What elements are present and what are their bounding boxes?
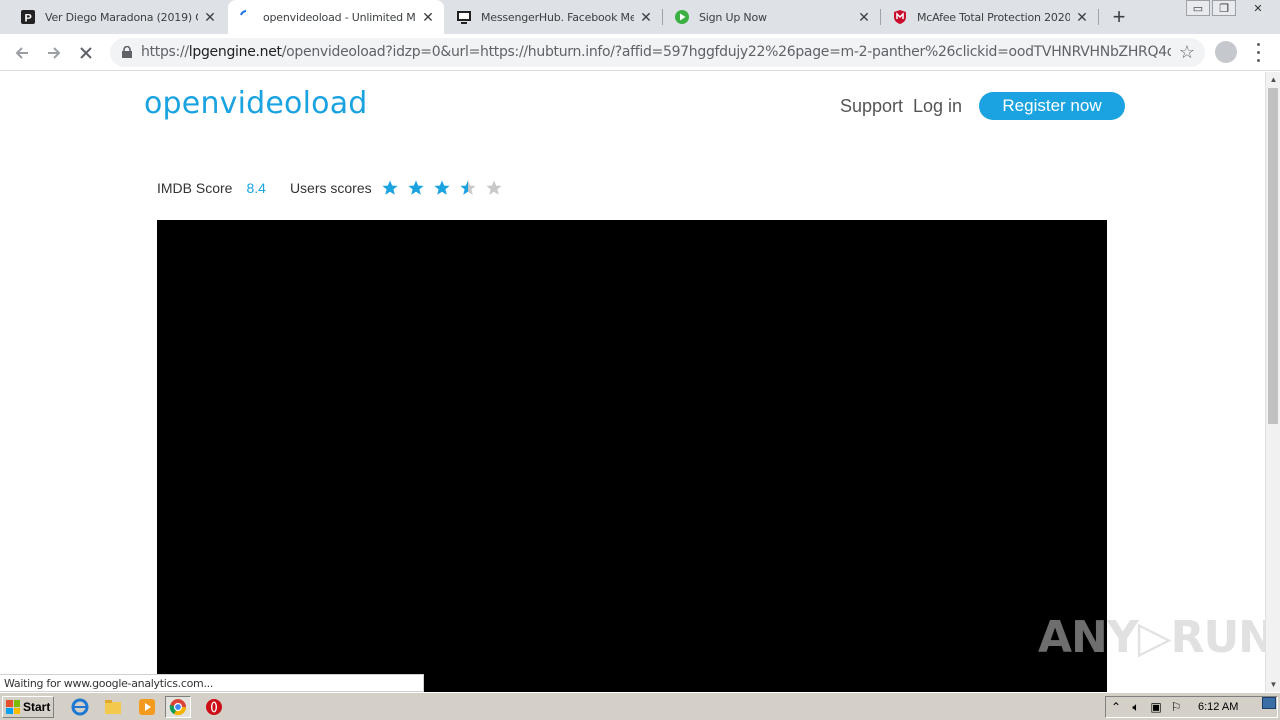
star-icon[interactable]: [382, 180, 398, 196]
start-label: Start: [23, 700, 51, 714]
show-desktop-icon[interactable]: [1262, 697, 1276, 709]
address-bar[interactable]: https://lpgengine.net/openvideoload?idzp…: [110, 38, 1205, 67]
close-window-button[interactable]: ✕: [1238, 0, 1278, 16]
tab-title: Sign Up Now: [699, 10, 767, 24]
tab-messengerhub[interactable]: MessengerHub. Facebook Messenger ✕: [444, 0, 662, 34]
tab-title: McAfee Total Protection 2020 |: [917, 10, 1070, 24]
star-icon[interactable]: [486, 180, 502, 196]
tray-expand-icon[interactable]: ⌃: [1106, 700, 1126, 714]
ie-icon[interactable]: [70, 697, 90, 717]
url-path: /openvideoload?idzp=0&url=https://hubtur…: [281, 44, 1171, 60]
score-line: IMDB Score 8.4 Users scores: [157, 178, 512, 198]
vertical-scrollbar[interactable]: ▲ ▼: [1265, 72, 1280, 692]
web-page: openvideoload Support Log in Register no…: [0, 72, 1265, 692]
clock[interactable]: 6:12 AM: [1198, 701, 1238, 713]
scrollbar-thumb[interactable]: [1268, 88, 1278, 424]
tab-mcafee[interactable]: McAfee Total Protection 2020 | ✕: [880, 0, 1098, 34]
opera-icon[interactable]: [204, 697, 224, 717]
letter-p-icon: P: [20, 9, 36, 25]
stop-loading-button[interactable]: [74, 41, 98, 65]
users-scores-label: Users scores: [289, 180, 372, 196]
window-controls: ▭ ❐ ✕: [1184, 0, 1278, 16]
tab-sign-up[interactable]: Sign Up Now ✕: [662, 0, 880, 34]
login-link[interactable]: Log in: [913, 96, 962, 117]
explorer-folder-icon[interactable]: [103, 697, 123, 717]
user-rating-stars: [382, 180, 512, 196]
system-tray: ⌃ 🔈︎ ▣ ⚐ 6:12 AM: [1105, 696, 1278, 718]
media-player-icon[interactable]: [137, 697, 157, 717]
back-button[interactable]: [10, 41, 34, 65]
arrow-right-icon: [48, 47, 61, 59]
tab-strip: P Ver Diego Maradona (2019) Online ✕ ope…: [0, 0, 1280, 34]
star-icon[interactable]: [460, 180, 476, 196]
action-center-flag-icon[interactable]: ⚐: [1166, 700, 1186, 714]
network-icon[interactable]: ▣: [1146, 700, 1166, 714]
tab-maradona[interactable]: P Ver Diego Maradona (2019) Online ✕: [0, 0, 226, 34]
bookmark-star-icon[interactable]: ☆: [1179, 42, 1195, 63]
url-text[interactable]: https://lpgengine.net/openvideoload?idzp…: [141, 44, 1171, 60]
tab-openvideoload[interactable]: openvideoload - Unlimited Movies ✕: [228, 0, 444, 34]
forward-button[interactable]: [42, 41, 66, 65]
close-icon[interactable]: ✕: [638, 9, 654, 25]
minimize-button[interactable]: ▭: [1186, 0, 1210, 16]
browser-toolbar: https://lpgengine.net/openvideoload?idzp…: [0, 34, 1280, 71]
volume-icon[interactable]: 🔈︎: [1126, 700, 1146, 715]
profile-avatar-icon[interactable]: [1215, 41, 1237, 63]
windows-taskbar: Start ⌃ 🔈︎ ▣ ⚐ 6:12 AM: [0, 692, 1280, 720]
video-player[interactable]: [157, 220, 1107, 692]
imdb-score-value: 8.4: [246, 180, 266, 196]
anyrun-watermark: ANY▷RUN: [1038, 612, 1265, 663]
lock-icon: [122, 46, 132, 58]
register-button[interactable]: Register now: [979, 92, 1125, 120]
windows-logo-icon: [6, 700, 20, 714]
tab-title: Ver Diego Maradona (2019) Online: [45, 10, 198, 24]
scroll-up-arrow-icon[interactable]: ▲: [1266, 72, 1280, 87]
monitor-icon: [456, 9, 472, 25]
support-link[interactable]: Support: [840, 96, 903, 117]
star-icon[interactable]: [434, 180, 450, 196]
tab-title: openvideoload - Unlimited Movies: [263, 10, 416, 24]
close-icon[interactable]: ✕: [420, 9, 436, 25]
close-icon[interactable]: ✕: [202, 9, 218, 25]
close-icon[interactable]: ✕: [856, 9, 872, 25]
tab-title: MessengerHub. Facebook Messenger: [481, 10, 634, 24]
url-host: lpgengine.net: [188, 44, 282, 60]
scroll-down-arrow-icon[interactable]: ▼: [1266, 677, 1280, 692]
play-circle-icon: [674, 9, 690, 25]
arrow-left-icon: [15, 47, 28, 59]
svg-text:P: P: [25, 13, 32, 25]
new-tab-button[interactable]: +: [1108, 6, 1130, 28]
loading-spinner-icon: [238, 9, 254, 25]
close-icon[interactable]: ✕: [1074, 9, 1090, 25]
mcafee-shield-icon: [892, 9, 908, 25]
browser-menu-icon[interactable]: [1254, 40, 1262, 64]
site-logo[interactable]: openvideoload: [144, 86, 368, 121]
status-bubble: Waiting for www.google-analytics.com...: [0, 674, 424, 692]
close-x-icon: [80, 47, 92, 59]
restore-button[interactable]: ❐: [1212, 0, 1236, 16]
start-button[interactable]: Start: [2, 696, 54, 718]
chrome-icon[interactable]: [165, 696, 191, 718]
star-icon[interactable]: [408, 180, 424, 196]
tab-separator: [1098, 9, 1099, 25]
imdb-label: IMDB Score: [157, 180, 233, 196]
url-scheme: https://: [141, 44, 189, 60]
